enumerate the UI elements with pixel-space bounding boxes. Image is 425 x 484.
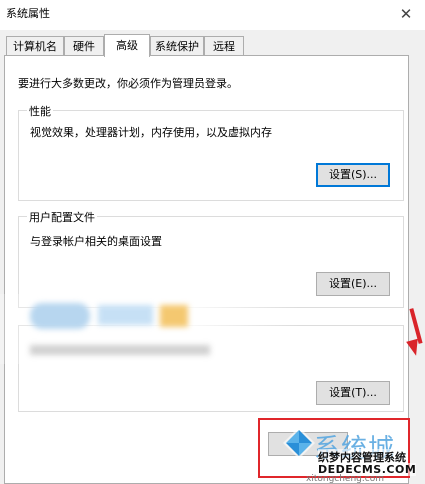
- blurred-logo: [30, 303, 90, 329]
- admin-note: 要进行大多数更改，你必须作为管理员登录。: [18, 77, 238, 90]
- performance-label: 性能: [27, 103, 53, 119]
- blurred-description: [30, 345, 210, 355]
- close-icon[interactable]: ✕: [393, 3, 419, 25]
- performance-group: 性能 视觉效果，处理器计划，内存使用，以及虚拟内存 设置(S)...: [18, 103, 404, 201]
- tab-system-protection[interactable]: 系统保护: [150, 36, 204, 55]
- tab-hardware[interactable]: 硬件: [64, 36, 104, 55]
- user-profiles-description: 与登录帐户相关的桌面设置: [30, 235, 162, 248]
- tab-remote[interactable]: 远程: [204, 36, 244, 55]
- title-bar: 系统属性 ✕: [0, 0, 425, 30]
- blurred-logo-text: [98, 305, 153, 325]
- windows-logo-icon: [283, 427, 315, 459]
- tab-advanced[interactable]: 高级: [104, 34, 150, 57]
- blurred-logo-accent: [160, 305, 188, 327]
- user-profiles-label: 用户配置文件: [27, 209, 97, 225]
- window-title: 系统属性: [6, 7, 50, 20]
- tab-computer-name[interactable]: 计算机名: [6, 36, 64, 55]
- watermark-url: xitongcheng.com: [306, 474, 384, 484]
- performance-description: 视觉效果，处理器计划，内存使用，以及虚拟内存: [30, 126, 272, 139]
- startup-recovery-settings-button[interactable]: 设置(T)...: [316, 381, 390, 405]
- performance-settings-button[interactable]: 设置(S)...: [316, 163, 390, 187]
- user-profiles-settings-button[interactable]: 设置(E)...: [316, 272, 390, 296]
